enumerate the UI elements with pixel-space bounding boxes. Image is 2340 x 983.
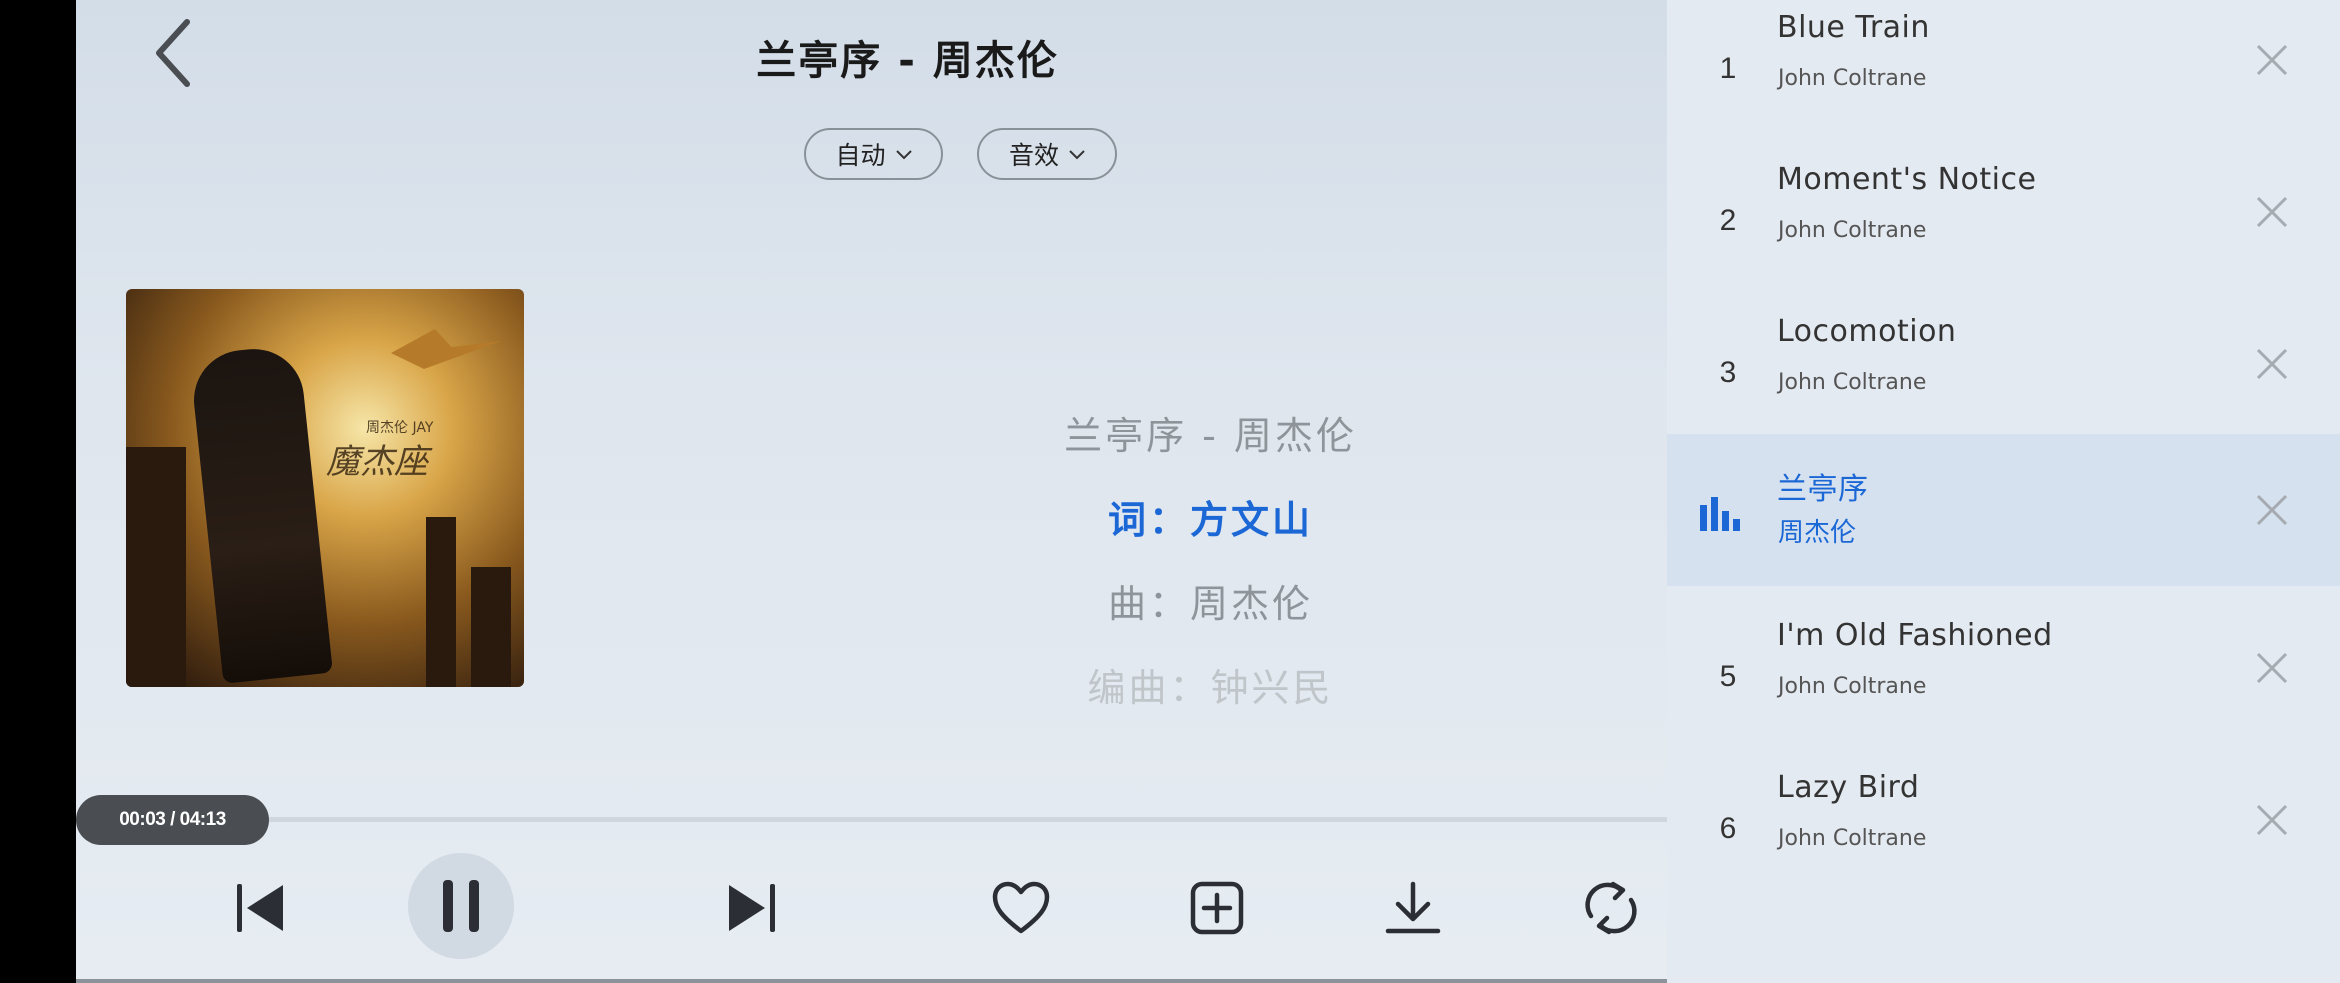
remove-from-queue-button[interactable] xyxy=(2242,790,2302,850)
queue-item-title: Locomotion xyxy=(1777,314,1957,349)
remove-from-queue-button[interactable] xyxy=(2242,638,2302,698)
close-icon xyxy=(2256,652,2288,684)
pause-icon xyxy=(443,880,479,932)
chevron-down-icon xyxy=(1069,150,1085,160)
progress-bar[interactable] xyxy=(76,817,1667,822)
queue-item[interactable]: 1 Blue Train John Coltrane xyxy=(1667,0,2340,152)
lyric-line: 编曲：钟兴民 xyxy=(1087,666,1334,710)
time-readout[interactable]: 00:03 / 04:13 xyxy=(76,795,269,845)
album-art-dragon xyxy=(391,329,501,369)
queue-item-now-playing[interactable]: 兰亭序 周杰伦 xyxy=(1667,434,2340,586)
heart-icon xyxy=(992,881,1050,933)
add-to-playlist-button[interactable] xyxy=(1172,855,1262,960)
close-icon xyxy=(2256,196,2288,228)
remove-from-queue-button[interactable] xyxy=(2242,30,2302,90)
queue-item-artist: John Coltrane xyxy=(1778,674,1927,699)
queue-item-number: 2 xyxy=(1719,204,1737,237)
skip-next-icon xyxy=(729,883,775,932)
queue-item-number: 6 xyxy=(1719,812,1737,845)
auto-mode-label: 自动 xyxy=(835,141,886,170)
remove-from-queue-button[interactable] xyxy=(2242,480,2302,540)
player-panel: 兰亭序 - 周杰伦 自动 音效 周杰伦 JAY 魔杰座 兰亭序 - 周杰伦 词：… xyxy=(76,0,1667,983)
queue-item-artist: John Coltrane xyxy=(1778,218,1927,243)
auto-mode-dropdown[interactable]: 自动 xyxy=(804,128,943,180)
queue-item-artist: John Coltrane xyxy=(1778,826,1927,851)
queue-item-artist: John Coltrane xyxy=(1778,66,1927,91)
favorite-button[interactable] xyxy=(976,855,1066,960)
queue-item-title: Blue Train xyxy=(1777,10,1930,45)
queue-item[interactable]: 6 Lazy Bird John Coltrane xyxy=(1667,760,2340,912)
previous-button[interactable] xyxy=(216,855,306,960)
queue-item[interactable]: 5 I'm Old Fashioned John Coltrane xyxy=(1667,608,2340,760)
add-to-playlist-icon xyxy=(1190,881,1244,934)
remove-from-queue-button[interactable] xyxy=(2242,334,2302,394)
sound-effects-label: 音效 xyxy=(1008,141,1059,170)
play-queue: 1 Blue Train John Coltrane 2 Moment's No… xyxy=(1667,0,2340,983)
remove-from-queue-button[interactable] xyxy=(2242,182,2302,242)
close-icon xyxy=(2256,494,2288,526)
chevron-down-icon xyxy=(895,150,912,160)
bottom-divider xyxy=(76,979,1667,983)
close-icon xyxy=(2256,804,2288,836)
queue-item-number: 1 xyxy=(1719,52,1737,85)
queue-item-number: 5 xyxy=(1719,660,1737,693)
queue-item-title: Moment's Notice xyxy=(1777,162,2037,197)
pause-button[interactable] xyxy=(408,853,514,959)
queue-item-artist: 周杰伦 xyxy=(1778,518,1857,548)
lyric-line-current: 词：方文山 xyxy=(1107,498,1313,542)
album-art-tower xyxy=(126,447,186,687)
download-icon xyxy=(1385,881,1441,933)
download-button[interactable] xyxy=(1368,855,1458,960)
now-playing-equalizer-icon xyxy=(1700,497,1740,531)
queue-item-title: I'm Old Fashioned xyxy=(1777,618,2053,653)
sound-effects-dropdown[interactable]: 音效 xyxy=(977,128,1117,180)
queue-item-title: 兰亭序 xyxy=(1777,472,1869,507)
loop-button[interactable] xyxy=(1566,855,1656,960)
queue-item-title: Lazy Bird xyxy=(1777,770,1920,805)
song-title: 兰亭序 - 周杰伦 xyxy=(756,38,1059,84)
close-icon xyxy=(2256,348,2288,380)
queue-item[interactable]: 2 Moment's Notice John Coltrane xyxy=(1667,152,2340,304)
next-button[interactable] xyxy=(706,855,796,960)
lyric-line: 兰亭序 - 周杰伦 xyxy=(1064,414,1357,458)
queue-item-number: 3 xyxy=(1719,356,1737,389)
skip-previous-icon xyxy=(237,883,283,932)
loop-icon xyxy=(1585,881,1637,934)
left-edge-bar xyxy=(0,0,76,983)
queue-item-artist: John Coltrane xyxy=(1778,370,1927,395)
close-icon xyxy=(2256,44,2288,76)
lyric-line: 曲：周杰伦 xyxy=(1107,582,1313,626)
